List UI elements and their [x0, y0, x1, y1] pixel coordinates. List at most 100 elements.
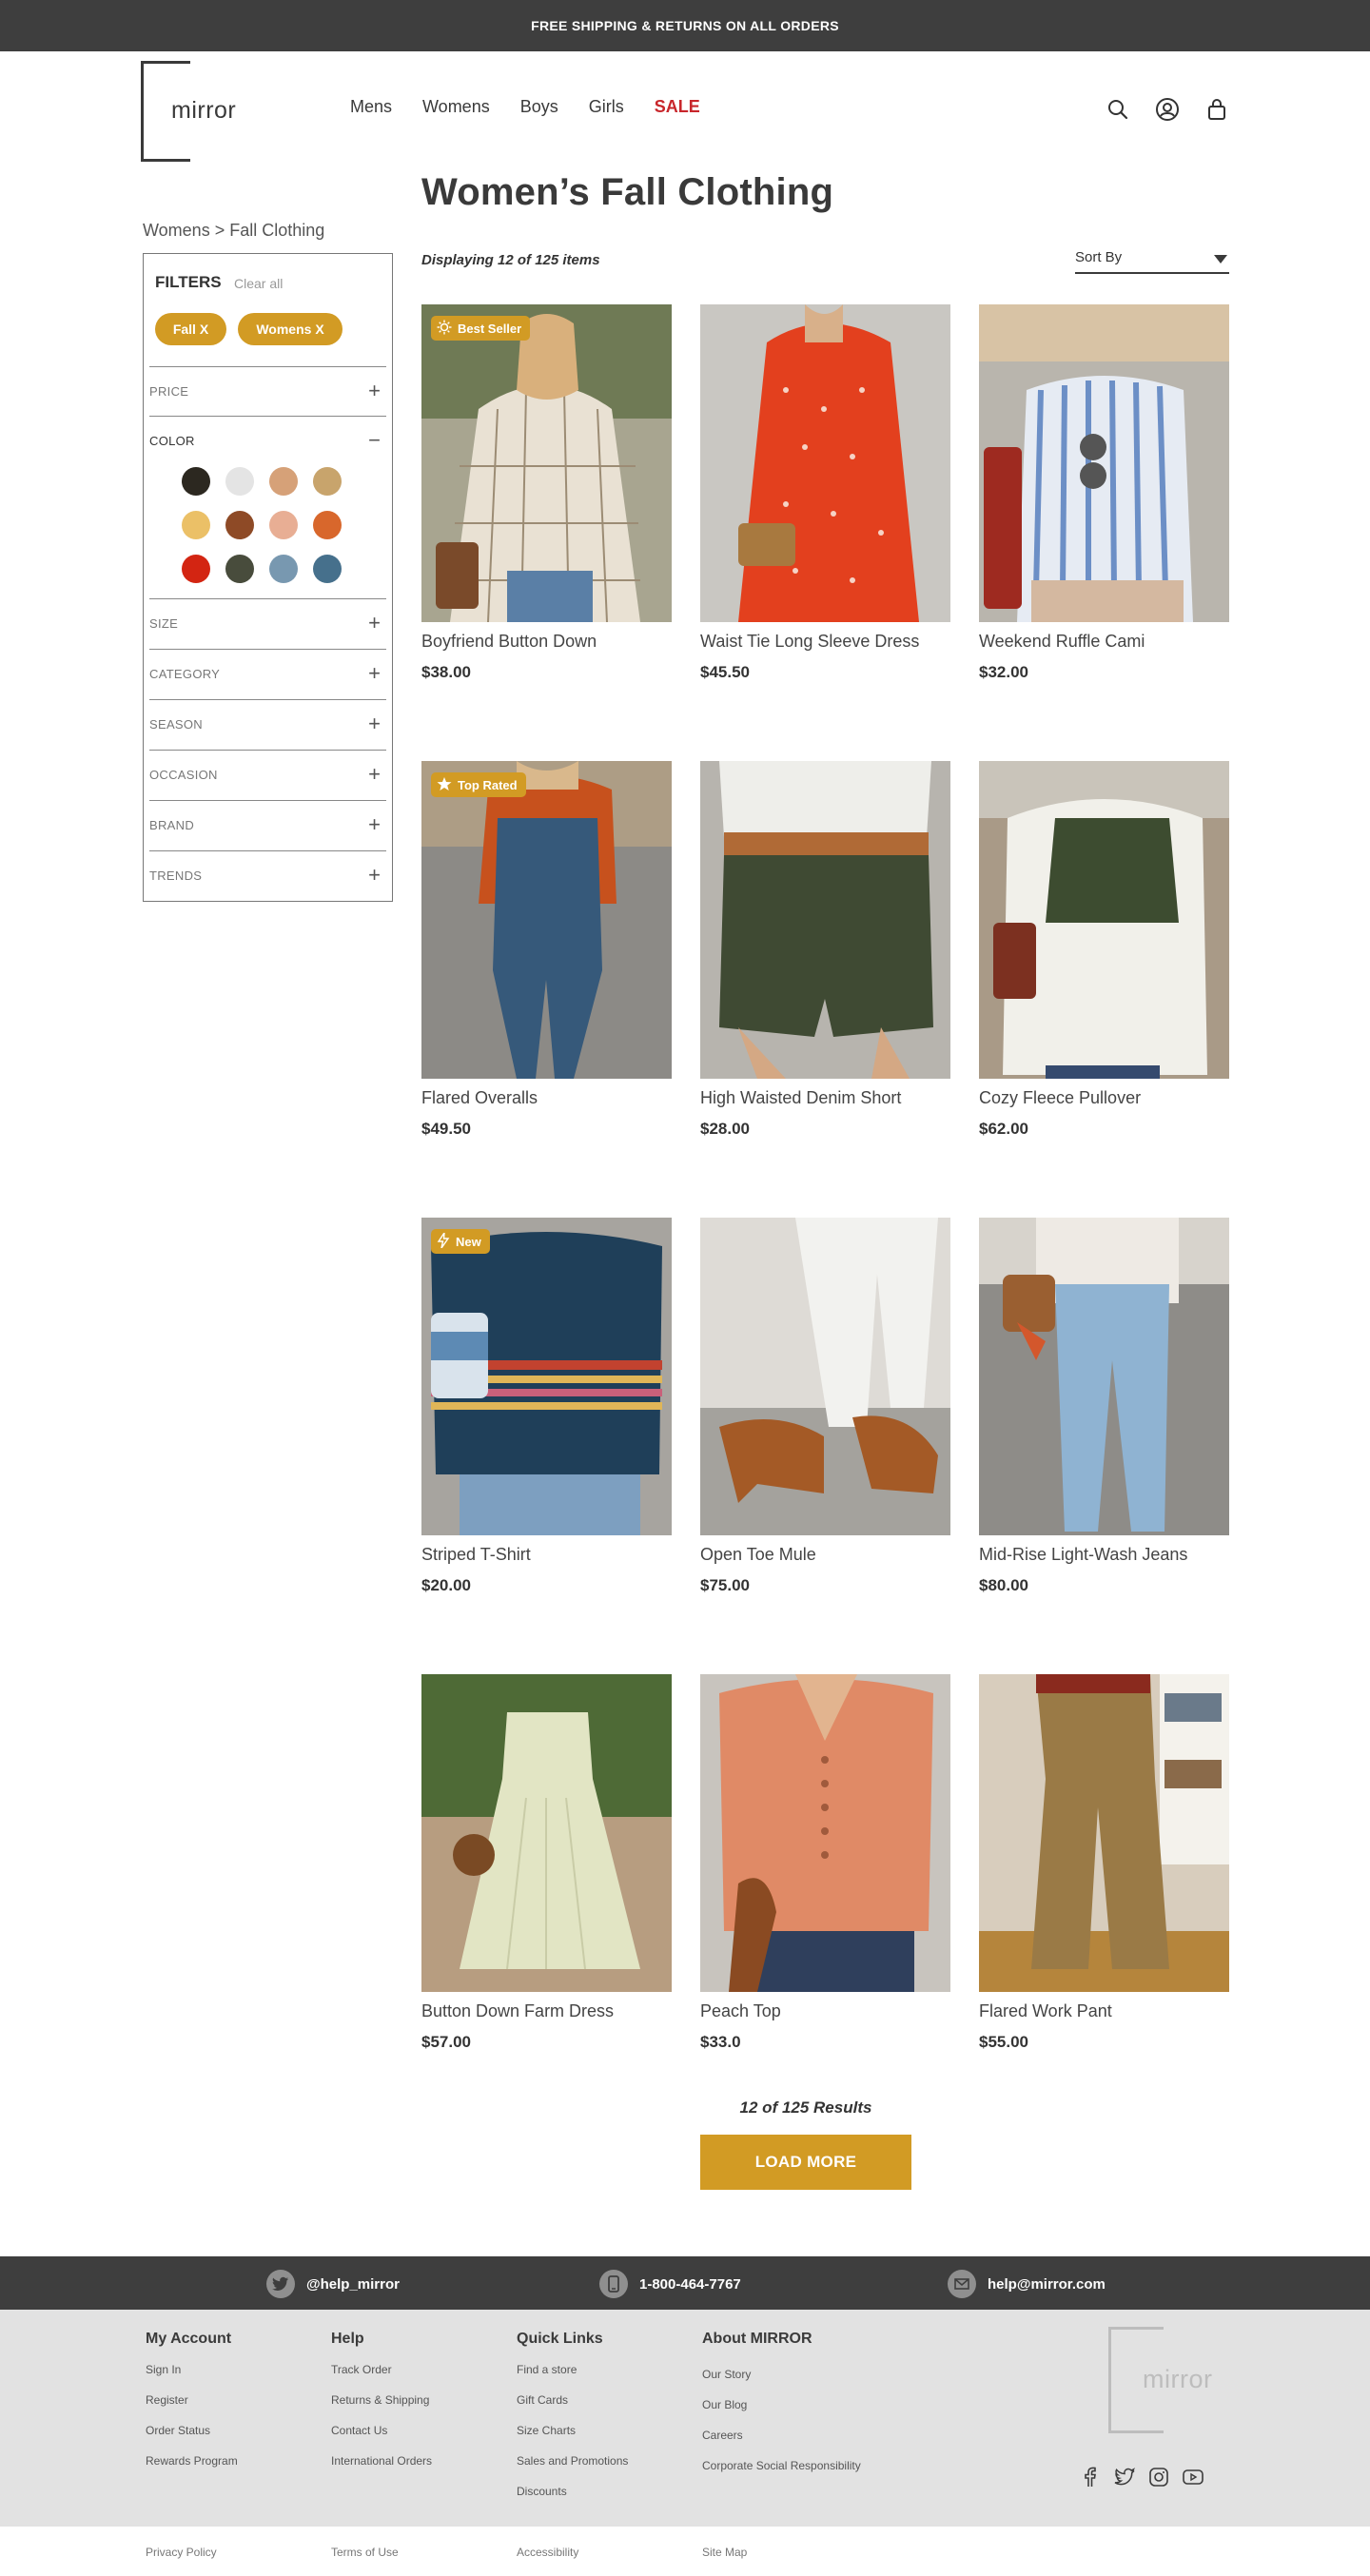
footer-logo[interactable]: mirror — [1108, 2327, 1232, 2433]
contact-phone[interactable]: 1-800-464-7767 — [599, 2270, 741, 2298]
product-card[interactable]: New Striped T-Shirt $20.00 — [421, 1218, 672, 1595]
footer-link[interactable]: Careers — [702, 2429, 861, 2442]
filter-brand[interactable]: BRAND + — [149, 800, 386, 849]
product-image[interactable] — [700, 1674, 950, 1992]
product-name[interactable]: Weekend Ruffle Cami — [979, 632, 1229, 652]
product-image[interactable] — [700, 761, 950, 1079]
product-image[interactable]: Best Seller — [421, 304, 672, 622]
product-card[interactable]: Top Rated Flared Overalls $49.50 — [421, 761, 672, 1139]
footer-link[interactable]: Discounts — [517, 2485, 628, 2498]
brand-logo[interactable]: mirror — [141, 61, 245, 162]
footer-link[interactable]: Contact Us — [331, 2424, 432, 2437]
product-card[interactable]: Peach Top $33.0 — [700, 1674, 950, 2052]
filter-price[interactable]: PRICE + — [149, 366, 386, 416]
privacy-link[interactable]: Privacy Policy — [146, 2546, 217, 2559]
contact-email[interactable]: help@mirror.com — [948, 2270, 1106, 2298]
contact-twitter[interactable]: @help_mirror — [266, 2270, 400, 2298]
filter-chip-fall[interactable]: Fall X — [155, 313, 226, 345]
filter-trends[interactable]: TRENDS + — [149, 850, 386, 900]
color-swatch[interactable] — [182, 511, 210, 539]
product-image[interactable]: New — [421, 1218, 672, 1535]
filter-occasion[interactable]: OCCASION + — [149, 750, 386, 799]
product-price: $49.50 — [421, 1120, 471, 1138]
clear-all-link[interactable]: Clear all — [234, 276, 283, 291]
product-card[interactable]: Weekend Ruffle Cami $32.00 — [979, 304, 1229, 682]
product-card[interactable]: Flared Work Pant $55.00 — [979, 1674, 1229, 2052]
product-card[interactable]: High Waisted Denim Short $28.00 — [700, 761, 950, 1139]
color-swatch[interactable] — [225, 511, 254, 539]
nav-mens[interactable]: Mens — [350, 97, 392, 117]
nav-womens[interactable]: Womens — [422, 97, 490, 117]
account-icon[interactable] — [1155, 97, 1180, 122]
footer-link[interactable]: Corporate Social Responsibility — [702, 2459, 861, 2472]
footer-link[interactable]: Returns & Shipping — [331, 2393, 432, 2407]
filter-category[interactable]: CATEGORY + — [149, 649, 386, 698]
youtube-icon[interactable] — [1182, 2466, 1204, 2488]
filter-season[interactable]: SEASON + — [149, 699, 386, 749]
facebook-icon[interactable] — [1079, 2466, 1102, 2488]
footer-link[interactable]: International Orders — [331, 2454, 432, 2468]
footer-link[interactable]: Find a store — [517, 2363, 628, 2376]
product-name[interactable]: Flared Overalls — [421, 1088, 672, 1108]
nav-sale[interactable]: SALE — [655, 97, 700, 117]
search-icon[interactable] — [1106, 97, 1130, 122]
color-swatch[interactable] — [225, 555, 254, 583]
product-name[interactable]: Waist Tie Long Sleeve Dress — [700, 632, 950, 652]
product-image[interactable] — [700, 304, 950, 622]
product-name[interactable]: High Waisted Denim Short — [700, 1088, 950, 1108]
product-card[interactable]: Button Down Farm Dress $57.00 — [421, 1674, 672, 2052]
product-name[interactable]: Cozy Fleece Pullover — [979, 1088, 1229, 1108]
color-swatch[interactable] — [269, 467, 298, 496]
product-image[interactable] — [979, 1674, 1229, 1992]
instagram-icon[interactable] — [1147, 2466, 1170, 2488]
color-swatch[interactable] — [269, 511, 298, 539]
footer-link[interactable]: Rewards Program — [146, 2454, 238, 2468]
product-name[interactable]: Peach Top — [700, 2001, 950, 2021]
product-name[interactable]: Button Down Farm Dress — [421, 2001, 672, 2021]
product-name[interactable]: Boyfriend Button Down — [421, 632, 672, 652]
filter-chip-womens[interactable]: Womens X — [238, 313, 342, 345]
product-name[interactable]: Mid-Rise Light-Wash Jeans — [979, 1545, 1229, 1565]
filter-size[interactable]: SIZE + — [149, 598, 386, 648]
load-more-button[interactable]: LOAD MORE — [700, 2135, 911, 2190]
accessibility-link[interactable]: Accessibility — [517, 2546, 578, 2559]
color-swatch[interactable] — [182, 555, 210, 583]
product-card[interactable]: Open Toe Mule $75.00 — [700, 1218, 950, 1595]
color-swatch[interactable] — [313, 467, 342, 496]
product-name[interactable]: Open Toe Mule — [700, 1545, 950, 1565]
product-card[interactable]: Cozy Fleece Pullover $62.00 — [979, 761, 1229, 1139]
product-image[interactable] — [421, 1674, 672, 1992]
footer-link[interactable]: Our Story — [702, 2368, 861, 2381]
product-card[interactable]: Waist Tie Long Sleeve Dress $45.50 — [700, 304, 950, 682]
footer-link[interactable]: Sign In — [146, 2363, 238, 2376]
product-name[interactable]: Flared Work Pant — [979, 2001, 1229, 2021]
color-swatch[interactable] — [225, 467, 254, 496]
color-swatch[interactable] — [313, 511, 342, 539]
color-swatch[interactable] — [313, 555, 342, 583]
nav-girls[interactable]: Girls — [589, 97, 624, 117]
terms-link[interactable]: Terms of Use — [331, 2546, 399, 2559]
twitter-icon[interactable] — [1113, 2466, 1136, 2488]
product-image[interactable] — [700, 1218, 950, 1535]
nav-boys[interactable]: Boys — [520, 97, 558, 117]
product-card[interactable]: Mid-Rise Light-Wash Jeans $80.00 — [979, 1218, 1229, 1595]
footer-link[interactable]: Our Blog — [702, 2398, 861, 2411]
color-swatch[interactable] — [269, 555, 298, 583]
footer-link[interactable]: Register — [146, 2393, 238, 2407]
product-image[interactable]: Top Rated — [421, 761, 672, 1079]
product-image[interactable] — [979, 761, 1229, 1079]
footer-link[interactable]: Sales and Promotions — [517, 2454, 628, 2468]
product-name[interactable]: Striped T-Shirt — [421, 1545, 672, 1565]
sort-dropdown[interactable]: Sort By — [1075, 249, 1229, 274]
product-card[interactable]: Best Seller Boyfriend Button Down $38.00 — [421, 304, 672, 682]
product-image[interactable] — [979, 304, 1229, 622]
sitemap-link[interactable]: Site Map — [702, 2546, 747, 2559]
footer-link[interactable]: Order Status — [146, 2424, 238, 2437]
footer-link[interactable]: Gift Cards — [517, 2393, 628, 2407]
footer-link[interactable]: Size Charts — [517, 2424, 628, 2437]
color-swatch[interactable] — [182, 467, 210, 496]
shopping-bag-icon[interactable] — [1204, 97, 1229, 122]
breadcrumb[interactable]: Womens > Fall Clothing — [143, 221, 324, 241]
footer-link[interactable]: Track Order — [331, 2363, 432, 2376]
product-image[interactable] — [979, 1218, 1229, 1535]
